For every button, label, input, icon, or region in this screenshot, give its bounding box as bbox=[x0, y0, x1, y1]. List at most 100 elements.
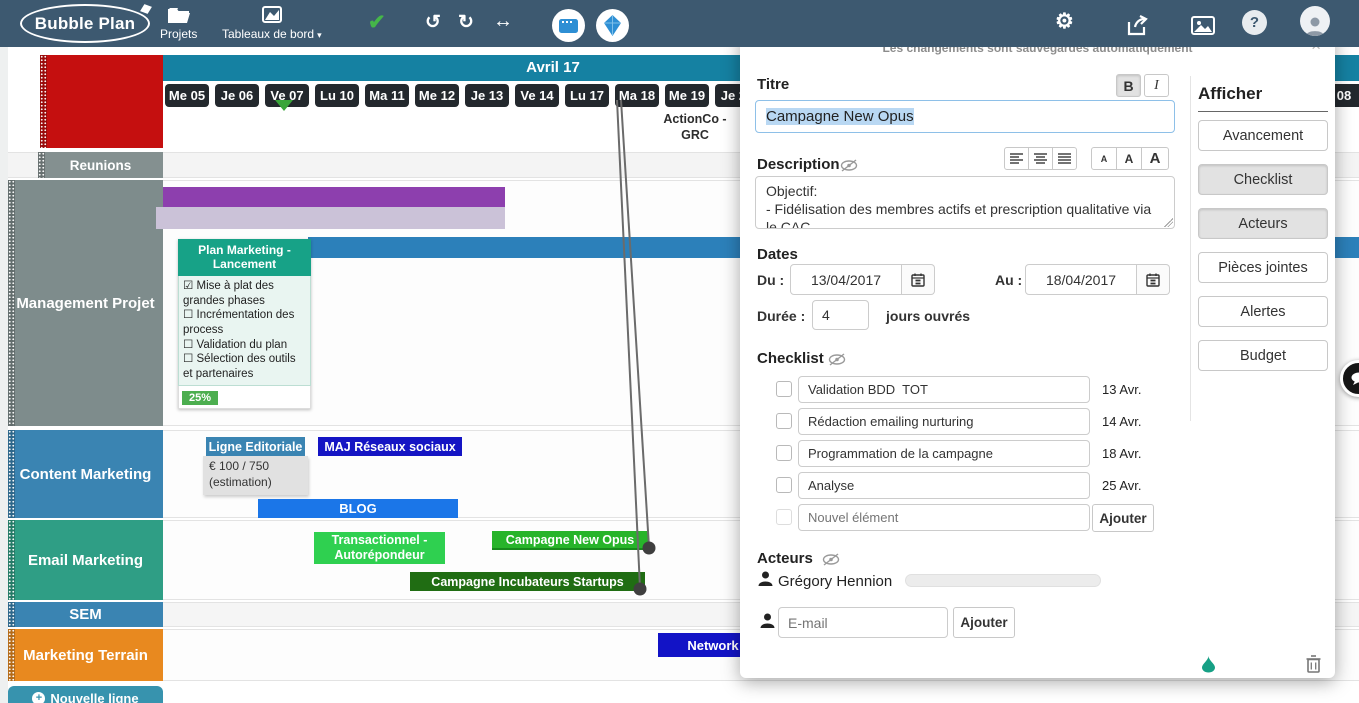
card-check-item[interactable]: ☑ Mise à plat des grandes phases bbox=[183, 279, 306, 308]
user-avatar[interactable] bbox=[1300, 6, 1330, 36]
day-header[interactable]: Ma 18 bbox=[615, 84, 659, 107]
checklist-checkbox[interactable] bbox=[776, 381, 792, 397]
drag-handle[interactable] bbox=[8, 180, 15, 426]
drag-handle[interactable] bbox=[8, 602, 15, 627]
validate-check-icon[interactable]: ✔ bbox=[368, 10, 386, 35]
share-button[interactable] bbox=[1122, 9, 1155, 42]
nav-projets[interactable]: Projets bbox=[160, 6, 197, 41]
checklist-checkbox[interactable] bbox=[776, 445, 792, 461]
window-icon bbox=[559, 19, 578, 33]
from-date-input[interactable] bbox=[790, 264, 902, 295]
task-budget-ligne-editoriale[interactable]: € 100 / 750 (estimation) bbox=[203, 456, 308, 495]
row-header-email-marketing[interactable]: Email Marketing bbox=[8, 520, 163, 600]
actor-add-button[interactable]: Ajouter bbox=[953, 607, 1015, 638]
align-left-button[interactable] bbox=[1004, 147, 1029, 170]
task-bar-purple[interactable] bbox=[163, 187, 505, 207]
drag-handle[interactable] bbox=[8, 520, 15, 600]
checklist-checkbox[interactable] bbox=[776, 413, 792, 429]
to-date-input[interactable] bbox=[1025, 264, 1137, 295]
checklist-item-input[interactable] bbox=[798, 376, 1090, 403]
dashboard-chart-icon bbox=[259, 6, 285, 25]
to-calendar-button[interactable] bbox=[1137, 264, 1170, 295]
progress-badge: 25% bbox=[182, 391, 218, 405]
align-justify-button[interactable] bbox=[1052, 147, 1077, 170]
card-check-item[interactable]: ☐ Sélection des outils et partenaires bbox=[183, 352, 306, 381]
add-line-button[interactable]: +Nouvelle ligne bbox=[8, 686, 163, 703]
task-bar-transactionnel[interactable]: Transactionnel - Autorépondeur bbox=[314, 532, 445, 564]
title-input[interactable]: Campagne New Opus bbox=[755, 100, 1175, 133]
droplet-icon[interactable] bbox=[1202, 656, 1215, 673]
from-calendar-button[interactable] bbox=[902, 264, 935, 295]
day-header[interactable]: Lu 17 bbox=[565, 84, 609, 107]
checklist-new-item-input[interactable] bbox=[798, 504, 1090, 531]
day-header[interactable]: Me 19 bbox=[665, 84, 709, 107]
toggle-avancement-button[interactable]: Avancement bbox=[1198, 120, 1328, 151]
nav-tableaux-de-bord[interactable]: Tableaux de bord▾ bbox=[222, 6, 322, 41]
checklist-item-input[interactable] bbox=[798, 408, 1090, 435]
font-large-button[interactable]: A bbox=[1141, 147, 1169, 170]
bubble-view-button[interactable] bbox=[596, 9, 629, 42]
drag-handle[interactable] bbox=[40, 55, 47, 148]
duration-input[interactable] bbox=[812, 300, 869, 330]
task-bar-light-purple[interactable] bbox=[156, 207, 505, 229]
row-header-content-marketing[interactable]: Content Marketing bbox=[8, 430, 163, 518]
toggle-budget-button[interactable]: Budget bbox=[1198, 340, 1328, 371]
day-header[interactable]: Lu 10 bbox=[315, 84, 359, 107]
toggle-acteurs-button[interactable]: Acteurs bbox=[1198, 208, 1328, 239]
checklist-checkbox[interactable] bbox=[776, 477, 792, 493]
row-header-reunions[interactable]: Reunions bbox=[38, 152, 163, 178]
font-small-button[interactable]: A bbox=[1091, 147, 1117, 170]
checklist-item-input[interactable] bbox=[798, 472, 1090, 499]
row-header-marketing-terrain[interactable]: Marketing Terrain bbox=[8, 629, 163, 681]
font-medium-button[interactable]: A bbox=[1116, 147, 1142, 170]
italic-button[interactable]: I bbox=[1144, 74, 1169, 97]
toggle-alertes-button[interactable]: Alertes bbox=[1198, 296, 1328, 327]
checklist-item-input[interactable] bbox=[798, 440, 1090, 467]
drag-handle[interactable] bbox=[38, 152, 45, 178]
drag-handle[interactable] bbox=[8, 629, 15, 681]
selected-text: Campagne New Opus bbox=[766, 108, 914, 125]
undo-icon[interactable]: ↺ bbox=[425, 11, 441, 34]
eye-slash-icon[interactable] bbox=[822, 553, 840, 566]
day-header[interactable]: Je 06 bbox=[215, 84, 259, 107]
help-button[interactable]: ? bbox=[1242, 10, 1267, 35]
checklist-add-button[interactable]: Ajouter bbox=[1092, 504, 1154, 532]
day-header[interactable]: Me 05 bbox=[165, 84, 209, 107]
day-header[interactable]: Me 12 bbox=[415, 84, 459, 107]
red-header-block[interactable] bbox=[40, 55, 163, 148]
description-textarea[interactable]: Objectif: - Fidélisation des membres act… bbox=[755, 176, 1175, 229]
redo-icon[interactable]: ↻ bbox=[458, 11, 474, 34]
row-header-management-projet[interactable]: Management Projet bbox=[8, 180, 163, 426]
checklist-checkbox-new[interactable] bbox=[776, 509, 792, 525]
export-image-button[interactable] bbox=[1186, 9, 1219, 42]
task-bar-campagne-new-opus[interactable]: Campagne New Opus bbox=[492, 531, 648, 550]
actor-email-input[interactable] bbox=[778, 607, 948, 638]
day-header[interactable]: Je 13 bbox=[465, 84, 509, 107]
task-bar-maj-reseaux-sociaux[interactable]: MAJ Réseaux sociaux bbox=[318, 437, 462, 456]
gear-icon[interactable]: ⚙ bbox=[1055, 9, 1074, 34]
drag-handle[interactable] bbox=[8, 430, 15, 518]
card-check-item[interactable]: ☐ Incrémentation des process bbox=[183, 308, 306, 337]
fit-width-icon[interactable]: ↔ bbox=[493, 10, 513, 33]
row-header-sem[interactable]: SEM bbox=[8, 602, 163, 627]
task-bar-blog[interactable]: BLOG bbox=[258, 499, 458, 518]
align-center-button[interactable] bbox=[1028, 147, 1053, 170]
day-header[interactable]: Ma 11 bbox=[365, 84, 409, 107]
day-header[interactable]: Ve 14 bbox=[515, 84, 559, 107]
eye-slash-icon[interactable] bbox=[828, 353, 846, 366]
task-card-plan-marketing[interactable]: Plan Marketing - Lancement ☑ Mise à plat… bbox=[178, 239, 311, 409]
actor-progress-bar[interactable] bbox=[905, 574, 1101, 587]
toggle-checklist-button[interactable]: Checklist bbox=[1198, 164, 1328, 195]
unchecked-box-icon: ☐ bbox=[183, 339, 193, 351]
eye-slash-icon[interactable] bbox=[840, 159, 858, 172]
window-view-button[interactable] bbox=[552, 9, 585, 42]
bold-button[interactable]: B bbox=[1116, 74, 1141, 97]
task-bar-ligne-editoriale[interactable]: Ligne Editoriale bbox=[206, 437, 305, 456]
bubble-plan-logo[interactable]: Bubble Plan bbox=[20, 4, 150, 43]
trash-icon[interactable] bbox=[1306, 655, 1321, 673]
task-bar-campagne-incubateurs[interactable]: Campagne Incubateurs Startups bbox=[410, 572, 645, 591]
milestone-actionco-grc[interactable]: ActionCo - GRC bbox=[650, 112, 740, 143]
toggle-pieces-jointes-button[interactable]: Pièces jointes bbox=[1198, 252, 1328, 283]
checklist-item-date: 25 Avr. bbox=[1102, 478, 1142, 493]
card-check-item[interactable]: ☐ Validation du plan bbox=[183, 338, 306, 353]
